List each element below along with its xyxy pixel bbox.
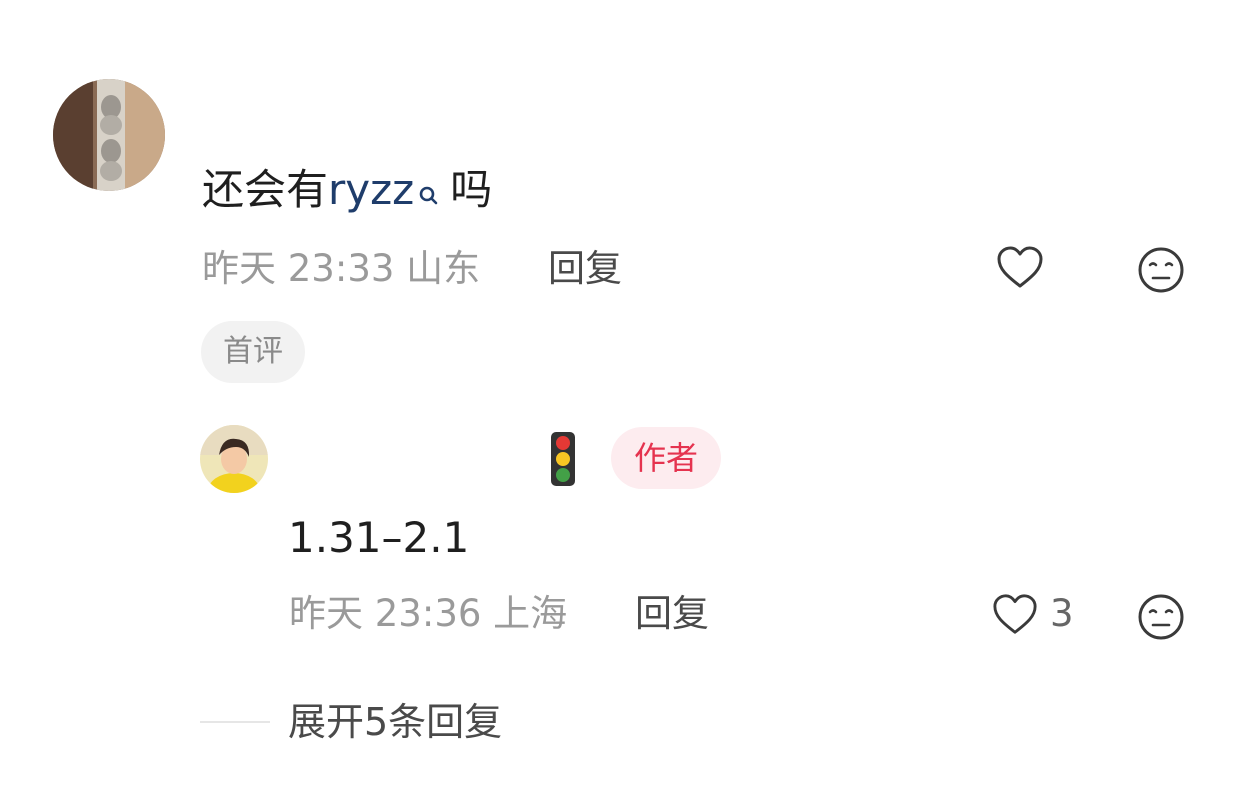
reply-location: 上海 xyxy=(493,592,568,635)
comment-text: 还会有ryzz 吗 xyxy=(202,162,492,218)
reply-button[interactable]: 回复 xyxy=(548,245,622,293)
reply-meta: 昨天 23:36 上海 xyxy=(289,590,567,638)
reply-date: 昨天 xyxy=(289,592,363,635)
comment-location: 山东 xyxy=(406,247,481,290)
comment-text-suffix: 吗 xyxy=(450,165,493,214)
first-comment-badge: 首评 xyxy=(201,321,305,383)
like-count: 3 xyxy=(1050,592,1074,635)
reply-time: 23:36 xyxy=(374,592,482,635)
author-badge: 作者 xyxy=(611,427,722,489)
expand-replies-button[interactable]: 展开5条回复 xyxy=(288,697,502,747)
comment-time: 23:33 xyxy=(287,247,395,290)
heart-outline-icon[interactable] xyxy=(990,592,1040,638)
heart-outline-icon[interactable] xyxy=(995,244,1045,292)
reply-button[interactable]: 回复 xyxy=(635,590,709,638)
comment-meta: 昨天 23:33 山东 xyxy=(202,245,480,293)
keyword-search-link[interactable]: ryzz xyxy=(328,165,414,214)
reply-text: 1.31–2.1 xyxy=(288,513,470,562)
author-avatar[interactable] xyxy=(200,425,268,493)
expand-divider xyxy=(200,721,270,723)
traffic-light-icon xyxy=(548,431,578,487)
search-icon[interactable] xyxy=(418,184,440,206)
comment-date: 昨天 xyxy=(202,247,276,290)
neutral-face-icon[interactable] xyxy=(1136,245,1186,295)
neutral-face-icon[interactable] xyxy=(1136,592,1186,642)
commenter-avatar[interactable] xyxy=(53,79,165,191)
comment-text-prefix: 还会有 xyxy=(202,165,329,214)
